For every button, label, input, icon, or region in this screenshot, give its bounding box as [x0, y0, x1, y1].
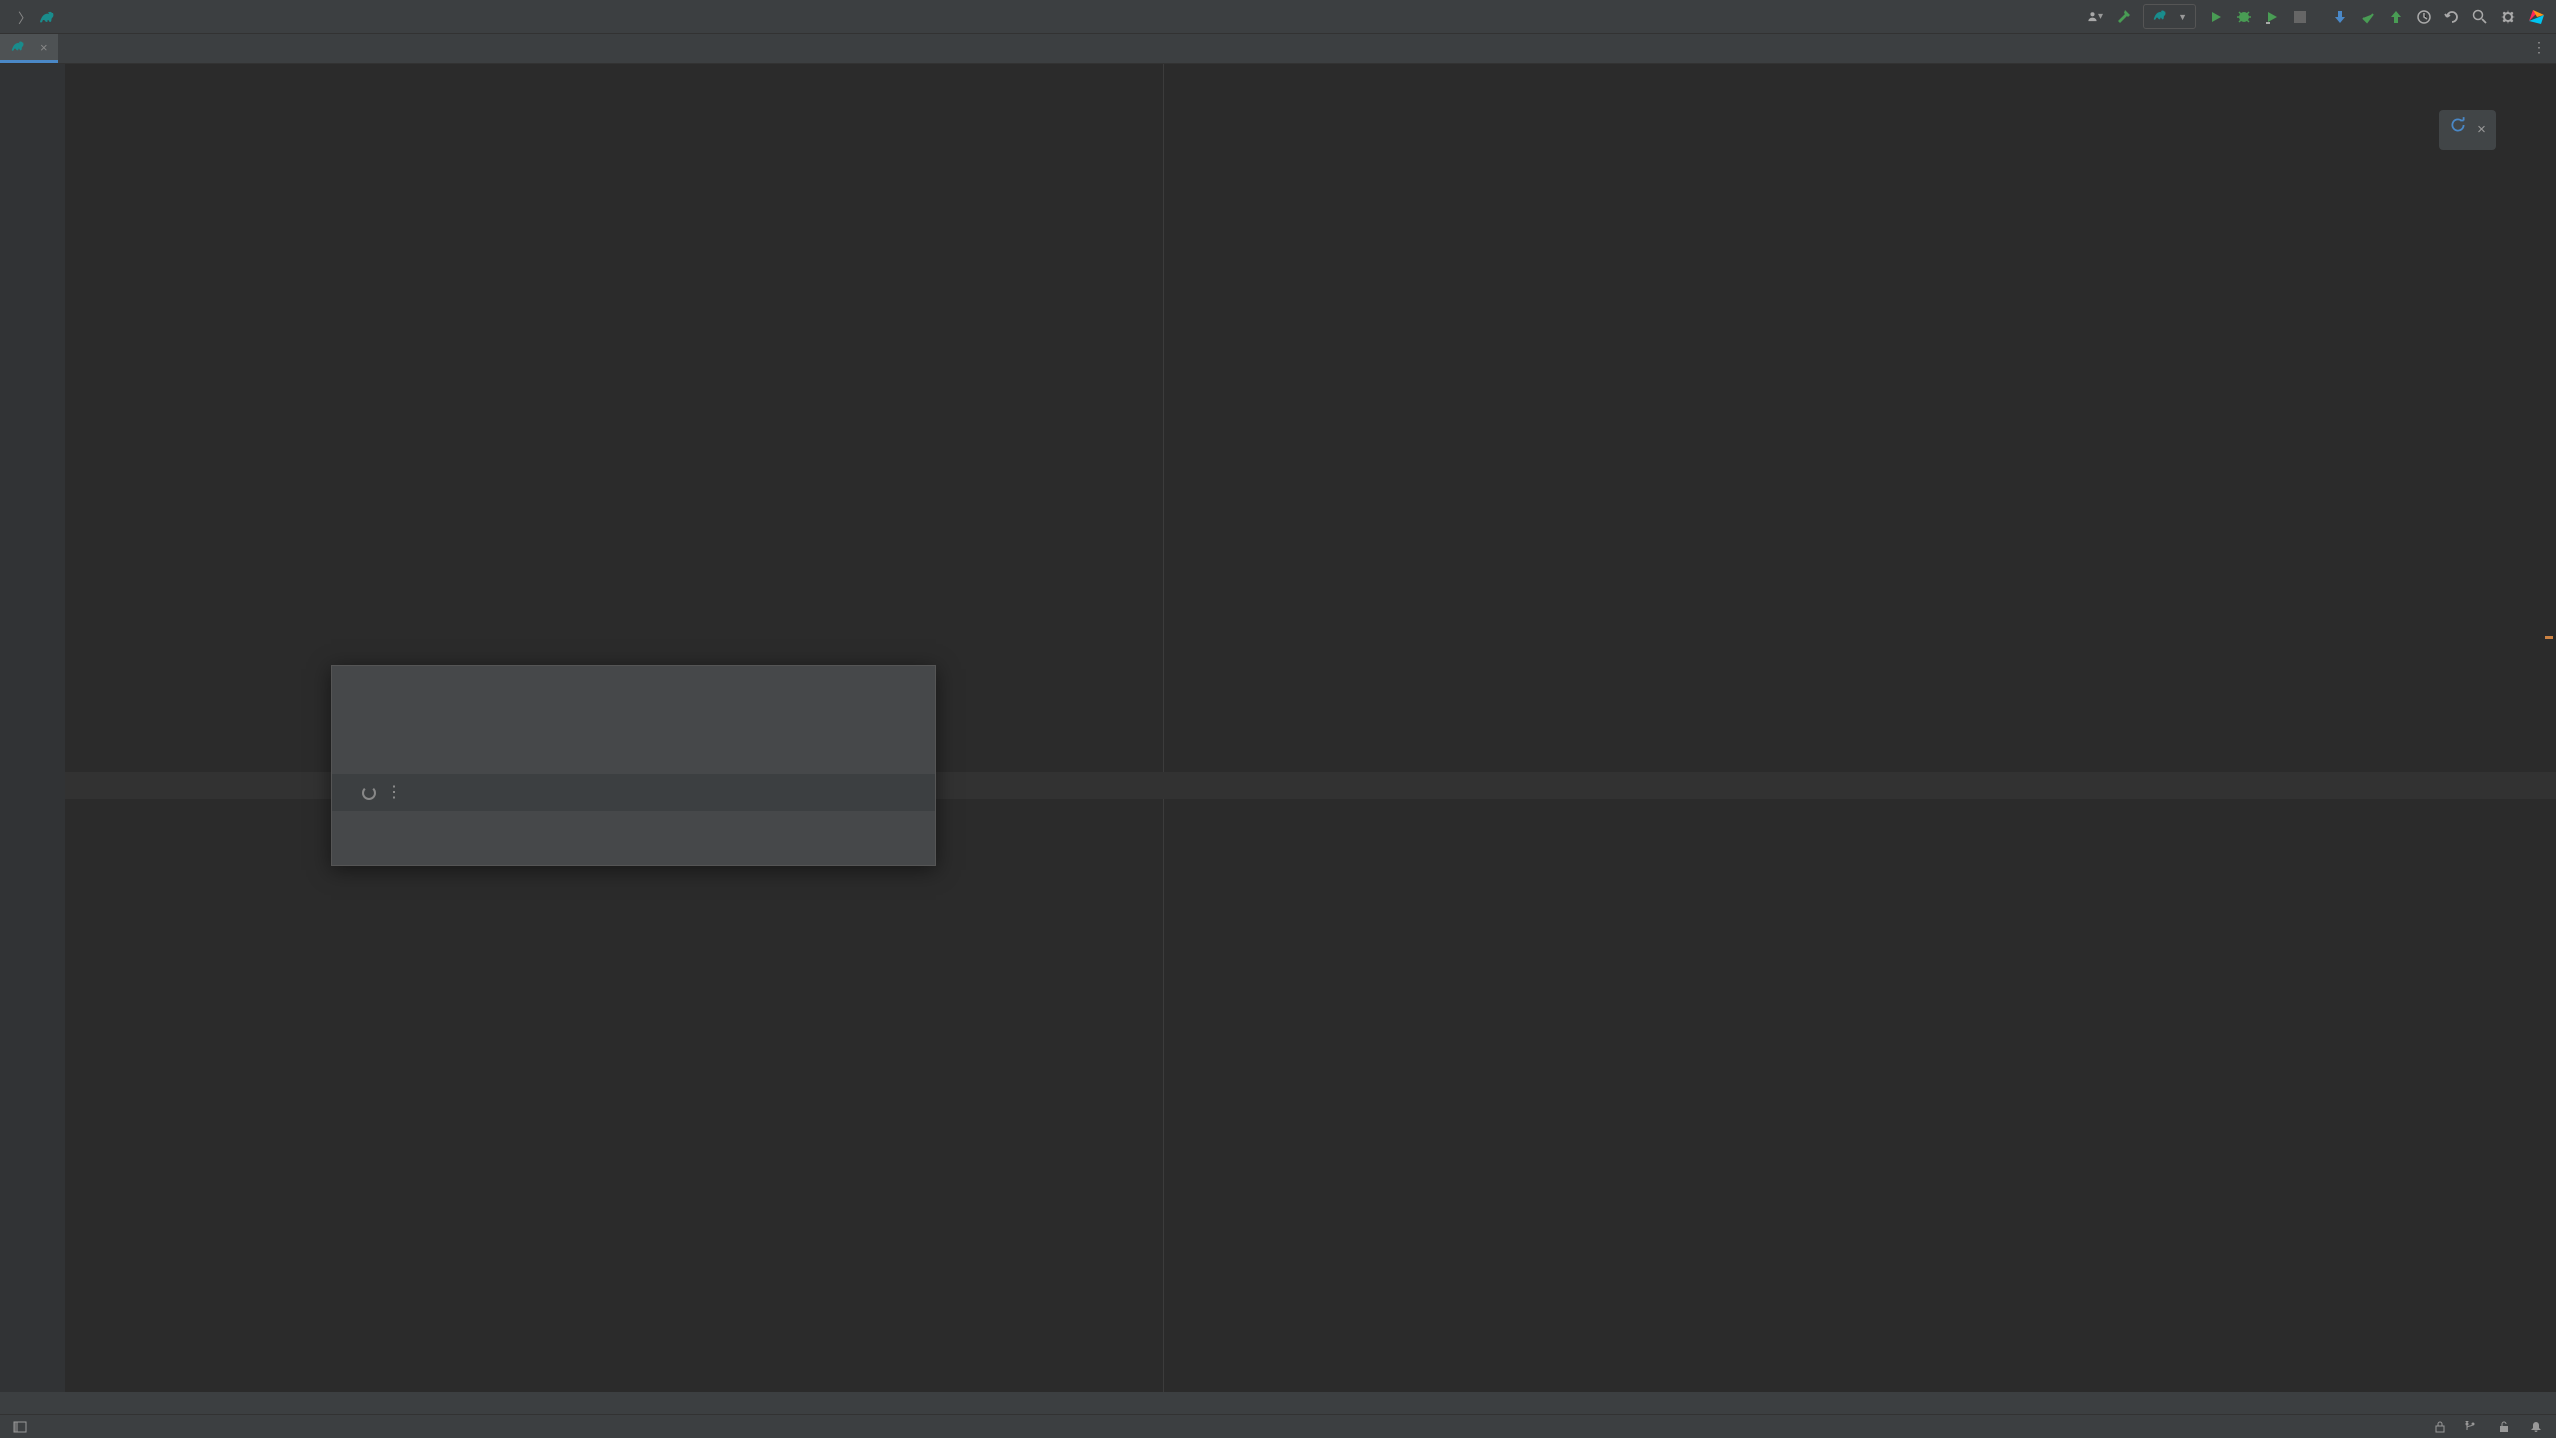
spinner-icon — [362, 786, 376, 800]
notifications-icon[interactable] — [2528, 1419, 2544, 1435]
more-icon[interactable]: ⋮ — [2532, 40, 2546, 57]
git-commit-icon[interactable] — [2360, 9, 2376, 25]
run-config-selector[interactable]: ▼ — [2143, 4, 2196, 29]
breadcrumb-footer[interactable] — [0, 1392, 2556, 1414]
status-bar — [0, 1414, 2556, 1438]
breadcrumb: 〉 — [12, 7, 60, 27]
debug-icon[interactable] — [2236, 9, 2252, 25]
user-icon[interactable]: ▾ — [2087, 9, 2103, 25]
tab-build-gradle[interactable]: × — [0, 34, 58, 63]
navigation-bar: 〉 ▾ ▼ — [0, 0, 2556, 34]
tool-window-icon[interactable] — [12, 1419, 28, 1435]
hammer-icon[interactable] — [2115, 9, 2131, 25]
run-icon[interactable] — [2208, 9, 2224, 25]
history-icon[interactable] — [2416, 9, 2432, 25]
gradle-icon — [2152, 8, 2166, 25]
search-icon[interactable] — [2472, 9, 2488, 25]
readonly-icon[interactable] — [2432, 1419, 2448, 1435]
completion-hint: ⋮ — [332, 774, 935, 811]
git-pull-icon[interactable] — [2332, 9, 2348, 25]
editor[interactable]: × ⋮ — [0, 64, 2556, 1392]
gradle-icon — [10, 39, 24, 56]
completion-popup[interactable]: ⋮ — [331, 665, 936, 866]
more-icon[interactable]: ⋮ — [386, 779, 402, 806]
editor-tabs: × ⋮ — [0, 34, 2556, 64]
line-gutter — [0, 64, 55, 1392]
gear-icon[interactable] — [2500, 9, 2516, 25]
chevron-right-icon: 〉 — [18, 7, 32, 27]
lock-icon[interactable] — [2496, 1419, 2512, 1435]
gradle-icon — [38, 9, 54, 25]
git-push-icon[interactable] — [2388, 9, 2404, 25]
rollback-icon[interactable] — [2444, 9, 2460, 25]
fold-gutter — [55, 64, 65, 1392]
chevron-down-icon: ▼ — [2178, 12, 2187, 22]
code-area[interactable]: × ⋮ — [65, 64, 2556, 1392]
coverage-icon[interactable] — [2264, 9, 2280, 25]
stop-icon[interactable] — [2292, 9, 2308, 25]
code-vision-panel[interactable]: × — [2439, 110, 2496, 150]
right-margin — [1163, 64, 1164, 1392]
jetbrains-icon[interactable] — [2528, 9, 2544, 25]
error-stripe[interactable] — [2544, 64, 2554, 1392]
close-icon[interactable]: × — [40, 40, 48, 55]
reload-icon[interactable] — [2449, 116, 2467, 144]
git-branch[interactable] — [2464, 1421, 2480, 1433]
close-icon[interactable]: × — [2477, 117, 2486, 144]
